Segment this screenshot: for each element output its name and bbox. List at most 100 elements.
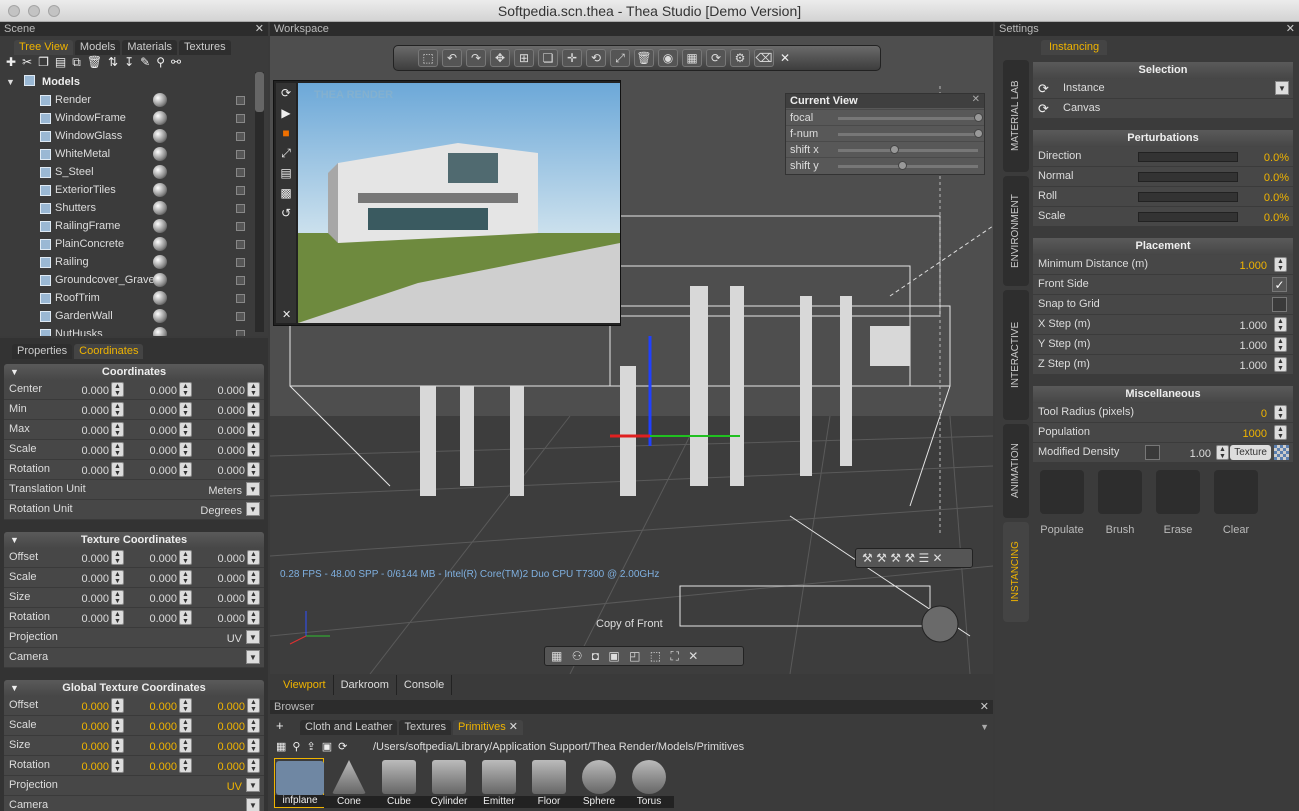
slider-track[interactable] [838,149,978,152]
stepper-icon[interactable]: ▲ ▼ [111,698,124,713]
stepper-icon[interactable]: ▲ ▼ [247,590,260,605]
value-field[interactable]: 0.000 [69,593,109,605]
render-reset-icon[interactable]: ↺ [276,203,296,223]
primitive-infplane[interactable]: infplane [274,758,325,808]
render-save-icon[interactable]: ▤ [276,163,296,183]
stepper-icon[interactable]: ▲ ▼ [1274,357,1287,372]
side-tab-instancing[interactable]: INSTANCING [1003,522,1029,622]
tree-item[interactable]: PlainConcrete [0,235,262,253]
redo-icon[interactable]: ↷ [466,49,486,67]
stepper-icon[interactable]: ▲ ▼ [179,422,192,437]
placement-snap-label[interactable]: Snap to Grid [1033,295,1293,315]
value-field[interactable]: 0.000 [69,613,109,625]
prop-row-translation-unit-label[interactable]: Translation Unit Meters ▼ [4,480,264,500]
stepper-icon[interactable]: ▲ ▼ [179,550,192,565]
value-field[interactable]: 0.000 [137,573,177,585]
prop-row-projection[interactable]: Projection UV ▼ [4,776,264,796]
region-icon[interactable]: ⬚ [650,649,664,663]
render-refresh-icon[interactable]: ⟳ [276,83,296,103]
value-field[interactable]: 0.000 [137,761,177,773]
tool-c-icon[interactable]: ⚒ [890,551,901,565]
stepper-icon[interactable]: ▲ ▼ [179,442,192,457]
material-preview-icon[interactable] [153,129,167,143]
stepper-icon[interactable]: ▲ ▼ [247,442,260,457]
value-field[interactable]: 0.000 [69,701,109,713]
tree-item[interactable]: RoofTrim [0,289,262,307]
chevron-down-icon[interactable]: ▼ [246,630,260,644]
camera-toolbar-close-icon[interactable]: ✕ [688,649,701,663]
stepper-icon[interactable]: ▲ ▼ [111,422,124,437]
perturbation-value[interactable]: 0.0% [1264,192,1289,204]
clean-icon[interactable]: ✎ [140,55,150,70]
value-field[interactable]: 0.000 [205,405,245,417]
side-tab-interactive[interactable]: INTERACTIVE [1003,290,1029,420]
stepper-icon[interactable]: ▲ ▼ [1274,257,1287,272]
collapse-icon[interactable]: ▼ [10,364,19,380]
value-field[interactable]: 0.000 [205,613,245,625]
camera-icon[interactable]: ◘ [592,649,602,663]
value-field[interactable]: 0.000 [205,721,245,733]
tree-item[interactable]: Groundcover_Grave [0,271,262,289]
tool-close-icon[interactable]: ✕ [933,551,943,565]
primitive-cylinder[interactable]: Cylinder [424,758,474,808]
stepper-icon[interactable]: ▲ ▼ [111,462,124,477]
tab-instancing[interactable]: Instancing [1041,40,1108,55]
stepper-icon[interactable]: ▲ ▼ [247,570,260,585]
refresh-icon[interactable]: ⟳ [706,49,726,67]
render-play-icon[interactable]: ▶ [276,103,296,123]
perturbation-normal[interactable]: Normal 0.0% [1033,167,1293,187]
stepper-icon[interactable]: ▲ ▼ [179,758,192,773]
visibility-checkbox[interactable] [236,294,245,303]
value-field[interactable]: 0.000 [137,741,177,753]
stepper-icon[interactable]: ▲ ▼ [111,550,124,565]
view-layout-icon[interactable]: ▦ [682,49,702,67]
unlink-icon[interactable]: ⚯ [171,55,181,70]
visibility-checkbox[interactable] [236,258,245,267]
value-field[interactable]: 0.000 [69,721,109,733]
stepper-icon[interactable]: ▲ ▼ [247,698,260,713]
close-icon[interactable]: ✕ [980,700,989,714]
stepper-icon[interactable]: ▲ ▼ [1274,337,1287,352]
tab-console[interactable]: Console [397,675,453,695]
texture-button[interactable]: Texture [1230,445,1271,460]
value-field[interactable]: 0.000 [137,701,177,713]
value-field[interactable]: 0.000 [137,593,177,605]
stepper-icon[interactable]: ▲ ▼ [1274,317,1287,332]
tree-item[interactable]: WindowFrame [0,109,262,127]
placement-value[interactable]: 1.000 [1239,260,1267,272]
perturbation-slider[interactable] [1138,172,1238,182]
placement-z-step-label[interactable]: Z Step (m) 1.000 ▲ ▼ [1033,355,1293,375]
value-field[interactable]: 0.000 [137,405,177,417]
current-view-row-f-num[interactable]: f-num [786,125,984,141]
stepper-icon[interactable]: ▲ ▼ [111,442,124,457]
perturbation-scale[interactable]: Scale 0.0% [1033,207,1293,227]
dropdown-value[interactable]: UV [227,781,242,793]
value-field[interactable]: 0.000 [205,445,245,457]
tab-coordinates[interactable]: Coordinates [74,344,144,359]
stepper-icon[interactable]: ▲ ▼ [1274,425,1287,440]
tool-menu-icon[interactable]: ☰ [918,551,929,565]
material-preview-icon[interactable] [153,93,167,107]
tab-viewport[interactable]: Viewport [276,675,334,695]
tool-erase[interactable]: Erase [1150,470,1206,536]
prop-row-rotation-unit-label[interactable]: Rotation Unit Degrees ▼ [4,500,264,520]
scale-icon[interactable]: ⤢ [610,49,630,67]
value-field[interactable]: 0.000 [69,405,109,417]
visibility-checkbox[interactable] [236,276,245,285]
misc-modified-density-label[interactable]: Modified Density 1.00 ▲ ▼ Texture [1033,443,1293,463]
side-tab-animation[interactable]: ANIMATION [1003,424,1029,518]
collapse-icon[interactable]: ▼ [6,77,15,87]
slider-track[interactable] [838,133,978,136]
settings-gear-icon[interactable]: ⚙ [730,49,750,67]
tab-cloth-and-leather[interactable]: Cloth and Leather [300,720,398,735]
value-field[interactable]: 0.000 [205,385,245,397]
visibility-checkbox[interactable] [236,330,245,336]
visibility-checkbox[interactable] [236,222,245,231]
tree-item[interactable]: Render [0,91,262,109]
value-field[interactable]: 0.000 [137,385,177,397]
placement-value[interactable]: 1.000 [1239,320,1267,332]
slider-knob[interactable] [974,129,983,138]
stepper-icon[interactable]: ▲ ▼ [247,422,260,437]
material-preview-icon[interactable] [153,309,167,323]
perturbation-slider[interactable] [1138,212,1238,222]
